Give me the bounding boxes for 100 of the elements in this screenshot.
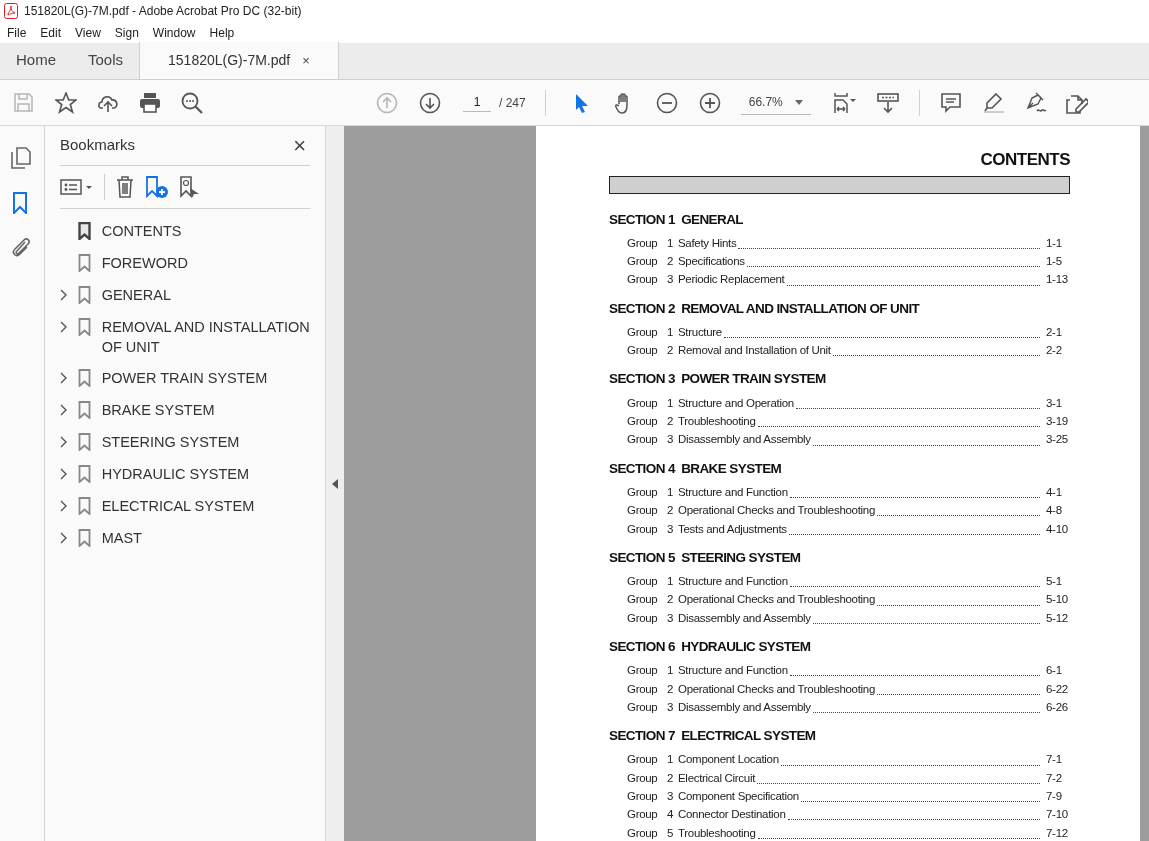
contents-entry[interactable]: Specifications xyxy=(678,253,745,271)
contents-entry[interactable]: Component Location xyxy=(678,751,779,769)
contents-entry[interactable]: Structure and Function xyxy=(678,573,788,591)
zoom-out-icon[interactable] xyxy=(655,91,678,114)
expand-chevron-icon[interactable] xyxy=(60,404,67,416)
group-number: 1 xyxy=(667,324,675,340)
page-number: 1-5 xyxy=(1045,254,1063,270)
group-label: Group xyxy=(627,272,659,288)
page-number: 5-1 xyxy=(1045,574,1063,590)
trash-icon[interactable] xyxy=(115,176,135,198)
bookmark-item[interactable]: BRAKE SYSTEM xyxy=(101,399,310,420)
contents-entry[interactable]: Operational Checks and Troubleshooting xyxy=(678,680,875,698)
contents-entry[interactable]: Electrical Circuit xyxy=(678,769,756,787)
bookmark-item[interactable]: GENERAL xyxy=(101,284,310,305)
contents-entry[interactable]: Structure and Operation xyxy=(678,394,794,413)
star-icon[interactable] xyxy=(55,91,77,114)
contents-entry[interactable]: Safety Hints xyxy=(678,234,737,253)
contents-entry[interactable]: Structure and Function xyxy=(678,483,788,502)
contents-entry[interactable]: Component Specification xyxy=(678,787,799,806)
group-label: Group xyxy=(627,610,659,626)
group-number: 4 xyxy=(667,807,675,823)
zoom-in-icon[interactable] xyxy=(698,91,721,114)
contents-entry[interactable]: Disassembly and Assembly xyxy=(678,609,811,627)
print-icon[interactable] xyxy=(139,91,161,114)
expand-chevron-icon[interactable] xyxy=(60,500,67,512)
group-label: Group xyxy=(627,663,659,679)
menu-item[interactable]: Help xyxy=(209,23,235,42)
add-bookmark-icon[interactable] xyxy=(145,175,169,199)
group-label: Group xyxy=(627,752,659,768)
expand-chevron-icon[interactable] xyxy=(60,436,67,448)
expand-chevron-icon[interactable] xyxy=(60,321,67,333)
group-number: 3 xyxy=(667,432,675,448)
page-fit-icon[interactable] xyxy=(832,91,857,114)
group-number: 5 xyxy=(667,825,675,841)
options-menu-icon[interactable] xyxy=(60,179,94,195)
expand-chevron-icon[interactable] xyxy=(60,372,67,384)
bookmark-item[interactable]: STEERING SYSTEM xyxy=(101,431,310,452)
close-tab-button[interactable]: × xyxy=(302,50,310,71)
group-number: 1 xyxy=(667,752,675,768)
group-label: Group xyxy=(627,254,659,270)
contents-entry[interactable]: Disassembly and Assembly xyxy=(678,698,811,717)
menu-item[interactable]: Window xyxy=(152,23,196,42)
section-heading: SECTION 4 BRAKE SYSTEM xyxy=(609,459,783,478)
bookmark-item[interactable]: FOREWORD xyxy=(101,252,310,273)
page-number-field[interactable]: 1 xyxy=(463,93,491,111)
contents-entry[interactable]: Troubleshooting xyxy=(678,413,756,431)
zoom-dropdown[interactable]: 66.7% xyxy=(740,90,811,115)
collapse-panel-icon[interactable] xyxy=(332,478,338,489)
contents-entry[interactable]: Disassembly and Assembly xyxy=(678,431,811,449)
group-number: 2 xyxy=(667,414,675,430)
bookmark-item[interactable]: MAST xyxy=(101,527,310,548)
contents-entry[interactable]: Periodic Replacement xyxy=(678,271,785,289)
contents-entry[interactable]: Operational Checks and Troubleshooting xyxy=(678,502,875,520)
panel-title: Bookmarks xyxy=(60,135,136,156)
paperclip-icon[interactable] xyxy=(11,237,33,259)
contents-entry[interactable]: Operational Checks and Troubleshooting xyxy=(678,591,875,609)
menu-item[interactable]: View xyxy=(75,23,101,42)
menu-item[interactable]: File xyxy=(7,23,27,42)
contents-entry[interactable]: Removal and Installation of Unit xyxy=(678,342,831,360)
page-number: 5-12 xyxy=(1045,610,1069,626)
section-heading: SECTION 7 ELECTRICAL SYSTEM xyxy=(609,727,817,746)
group-number: 1 xyxy=(667,235,675,251)
scroll-mode-icon[interactable] xyxy=(876,91,899,114)
page-number: 3-19 xyxy=(1045,414,1069,430)
page-number: 1-1 xyxy=(1045,235,1063,251)
group-label: Group xyxy=(627,432,659,448)
menu-item[interactable]: Sign xyxy=(114,23,139,42)
group-number: 1 xyxy=(667,484,675,500)
page-number: 4-8 xyxy=(1045,503,1063,519)
page-number: 4-1 xyxy=(1045,484,1063,500)
comment-icon[interactable] xyxy=(939,91,962,114)
highlighter-icon[interactable] xyxy=(981,91,1004,114)
bookmark-settings-icon[interactable] xyxy=(179,175,201,199)
group-label: Group xyxy=(627,807,659,823)
contents-entry[interactable]: Troubleshooting xyxy=(678,824,756,841)
pages-icon[interactable] xyxy=(11,147,33,169)
bookmark-item[interactable]: ELECTRICAL SYSTEM xyxy=(101,495,310,516)
bookmark-item[interactable]: POWER TRAIN SYSTEM xyxy=(101,367,310,388)
bookmark-item[interactable]: CONTENTS xyxy=(101,220,310,241)
tab[interactable]: Tools xyxy=(72,42,140,79)
page-number: 7-1 xyxy=(1045,752,1063,768)
bookmark-item[interactable]: HYDRAULIC SYSTEM xyxy=(101,463,310,484)
bookmark-item[interactable]: REMOVAL AND INSTALLATION OF UNIT xyxy=(101,316,310,357)
expand-chevron-icon[interactable] xyxy=(60,289,67,301)
contents-entry[interactable]: Structure and Function xyxy=(678,662,788,680)
page-number: 7-9 xyxy=(1045,788,1063,804)
contents-entry[interactable]: Connector Destination xyxy=(678,806,786,824)
group-number: 2 xyxy=(667,503,675,519)
expand-chevron-icon[interactable] xyxy=(60,468,67,480)
menu-item[interactable]: Edit xyxy=(40,23,62,42)
search-icon[interactable] xyxy=(181,91,203,114)
contents-entry[interactable]: Structure xyxy=(678,323,722,342)
contents-entry[interactable]: Tests and Adjustments xyxy=(678,520,787,538)
group-number: 3 xyxy=(667,699,675,715)
group-label: Group xyxy=(627,699,659,715)
tab[interactable]: Home xyxy=(0,42,72,79)
close-button[interactable]: × xyxy=(289,134,310,157)
tab[interactable]: 151820L(G)-7M.pdf × xyxy=(139,42,339,79)
group-number: 1 xyxy=(667,574,675,590)
expand-chevron-icon[interactable] xyxy=(60,532,67,544)
